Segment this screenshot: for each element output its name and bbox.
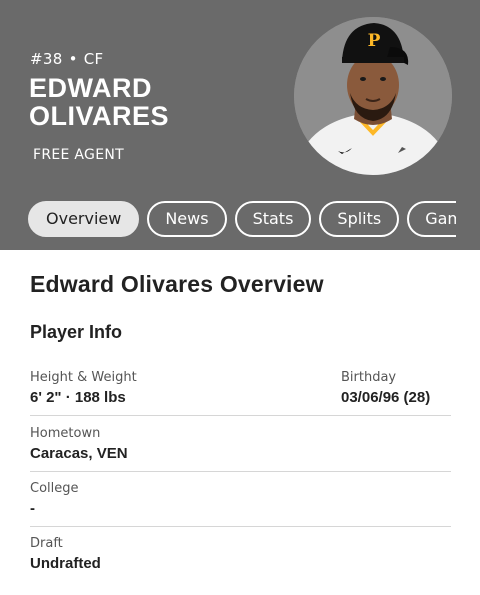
draft-value: Undrafted [30, 555, 101, 572]
player-headshot: P [294, 17, 452, 175]
overview-title: Edward Olivares Overview [30, 271, 324, 297]
tab-overview[interactable]: Overview [28, 201, 140, 237]
player-position: CF [83, 50, 104, 68]
draft-label: Draft [30, 536, 63, 551]
college-label: College [30, 481, 79, 496]
tab-stats[interactable]: Stats [234, 201, 312, 237]
player-info-heading: Player Info [30, 322, 123, 342]
tab-games[interactable]: Game [407, 201, 456, 237]
jersey-number: #38 [30, 50, 63, 68]
player-first-name: EDWARD [29, 73, 152, 103]
player-status: FREE AGENT [33, 147, 124, 163]
tab-news[interactable]: News [147, 201, 227, 237]
player-last-name: OLIVARES [29, 101, 170, 131]
height-weight-label: Height & Weight [30, 370, 137, 385]
player-name: EDWARD OLIVARES [29, 74, 169, 130]
separator-dot: • [68, 50, 78, 68]
pirates-p-logo-icon: P [368, 31, 381, 51]
hometown-value: Caracas, VEN [30, 445, 128, 462]
birthday-value: 03/06/96 (28) [341, 389, 431, 406]
player-meta: #38 • CF [30, 50, 103, 68]
player-header: #38 • CF EDWARD OLIVARES FREE AGENT P Ov… [0, 0, 480, 250]
divider [30, 415, 451, 416]
tab-splits[interactable]: Splits [319, 201, 400, 237]
divider [30, 526, 451, 527]
height-weight-value: 6' 2" · 188 lbs [30, 389, 126, 406]
college-value: - [30, 500, 35, 517]
tab-bar: OverviewNewsStatsSplitsGame [28, 201, 456, 237]
birthday-label: Birthday [341, 370, 397, 385]
divider [30, 471, 451, 472]
hometown-label: Hometown [30, 426, 101, 441]
